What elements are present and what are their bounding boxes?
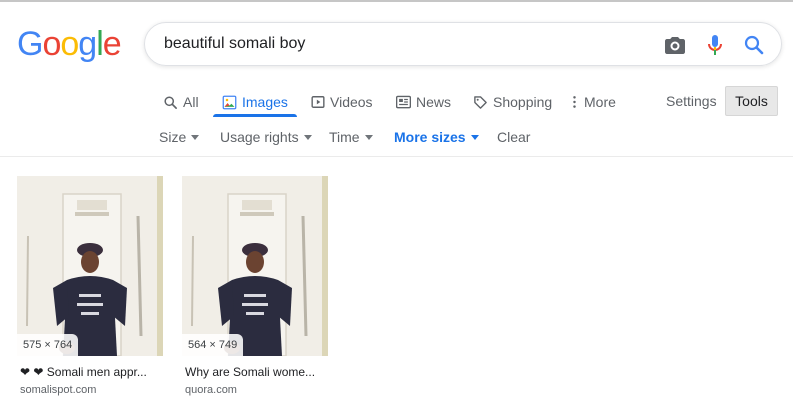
tab-all[interactable]: All: [163, 92, 199, 112]
active-tab-indicator: [213, 114, 297, 117]
google-logo[interactable]: Google: [17, 25, 122, 63]
image-dimensions: 575 × 764: [17, 334, 79, 356]
filter-usage-rights[interactable]: Usage rights: [220, 129, 312, 145]
filter-label: Time: [329, 129, 360, 145]
tab-label: Shopping: [493, 94, 553, 110]
play-icon: [311, 96, 325, 108]
result-thumbnail[interactable]: 564 × 749: [182, 176, 328, 356]
filter-clear[interactable]: Clear: [497, 129, 530, 145]
chevron-down-icon: [364, 135, 373, 140]
filter-label: More sizes: [394, 129, 466, 145]
filter-time[interactable]: Time: [329, 129, 373, 145]
newspaper-icon: [396, 95, 411, 109]
photo-image: [17, 176, 163, 356]
filter-more-sizes[interactable]: More sizes: [394, 129, 479, 145]
tab-label: More: [584, 94, 616, 110]
logo-letter: o: [42, 25, 61, 63]
tab-more[interactable]: More: [570, 92, 616, 112]
logo-letter: o: [60, 25, 79, 63]
tab-label: Images: [242, 94, 288, 110]
result-source[interactable]: quora.com: [182, 384, 328, 396]
tab-images[interactable]: Images: [222, 92, 288, 112]
search-input[interactable]: [164, 35, 634, 53]
photo-image: [182, 176, 328, 356]
search-icon[interactable]: [742, 33, 766, 57]
camera-icon[interactable]: [663, 33, 687, 57]
tab-label: News: [416, 94, 452, 110]
search-box: [144, 22, 782, 66]
tab-news[interactable]: News: [396, 92, 451, 112]
logo-letter: g: [78, 25, 97, 63]
more-vert-icon: [573, 96, 576, 108]
search-icon: [164, 95, 177, 109]
images-icon: [222, 95, 237, 109]
chevron-down-icon: [191, 135, 200, 140]
logo-letter: e: [102, 25, 122, 63]
settings-link[interactable]: Settings: [666, 93, 717, 109]
filter-size[interactable]: Size: [159, 129, 200, 145]
filter-label: Clear: [497, 129, 531, 145]
result-title[interactable]: Why are Somali wome...: [182, 365, 328, 379]
tab-label: All: [183, 94, 199, 110]
header-divider: [0, 156, 793, 157]
microphone-icon[interactable]: [703, 33, 727, 57]
tab-shopping[interactable]: Shopping: [473, 92, 552, 112]
image-result[interactable]: 575 × 764 ❤︎ ❤︎ Somali men appr... somal…: [17, 176, 163, 396]
result-title[interactable]: ❤︎ ❤︎ Somali men appr...: [17, 365, 163, 379]
chevron-down-icon: [470, 135, 479, 140]
image-result[interactable]: 564 × 749 Why are Somali wome... quora.c…: [182, 176, 328, 396]
top-border: [0, 0, 793, 2]
tools-button[interactable]: Tools: [725, 86, 778, 116]
image-dimensions: 564 × 749: [182, 334, 244, 356]
tag-icon: [474, 95, 487, 109]
result-source[interactable]: somalispot.com: [17, 384, 163, 396]
filter-label: Usage rights: [220, 129, 299, 145]
chevron-down-icon: [303, 135, 312, 140]
result-thumbnail[interactable]: 575 × 764: [17, 176, 163, 356]
tab-label: Videos: [330, 94, 373, 110]
logo-letter: G: [17, 25, 43, 63]
filter-label: Size: [159, 129, 187, 145]
tab-videos[interactable]: Videos: [311, 92, 373, 112]
